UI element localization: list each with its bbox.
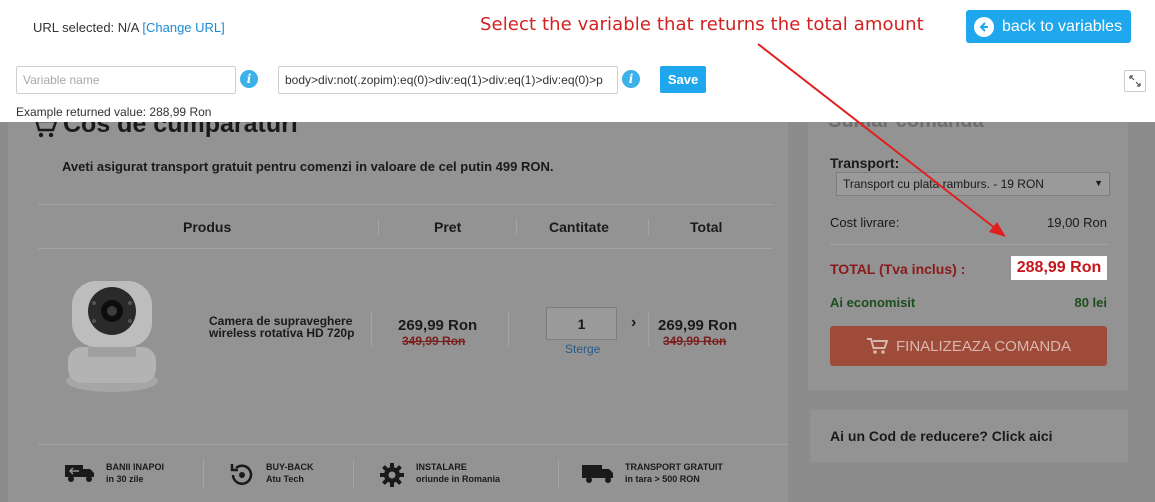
perk-sub: Atu Tech [266, 474, 304, 484]
url-selected-label: URL selected: [33, 20, 115, 35]
save-button[interactable]: Save [660, 66, 706, 93]
divider [648, 312, 649, 346]
caret-down-icon: ▼ [1094, 178, 1103, 188]
gear-icon [380, 463, 404, 487]
savings-label: Ai economisit [830, 295, 916, 310]
instruction-text: Select the variable that returns the tot… [480, 14, 924, 35]
back-to-variables-button[interactable]: back to variables [966, 10, 1131, 43]
coupon-link[interactable]: Ai un Cod de reducere? Click aici [830, 428, 1053, 444]
truck-icon [65, 465, 94, 482]
delivery-truck-icon [582, 465, 613, 483]
free-shipping-notice: Aveti asigurat transport gratuit pentru … [62, 159, 554, 174]
line-total: 269,99 Ron [658, 317, 738, 334]
transport-label: Transport: [830, 155, 900, 171]
perk-free-transport: TRANSPORT GRATUIT in tara > 500 RON [581, 461, 723, 485]
col-total: Total [690, 219, 723, 235]
unit-price: 269,99 Ron [398, 317, 478, 334]
perk-title: BANII INAPOI [106, 462, 165, 472]
product-name[interactable]: Camera de supraveghere wireless rotativa… [209, 315, 354, 339]
css-selector-input[interactable]: body>div:not(.zopim):eq(0)>div:eq(1)>div… [278, 66, 618, 94]
variable-name-input[interactable]: Variable name [16, 66, 236, 94]
cart-panel: Cos de cumparaturi Aveti asigurat transp… [8, 110, 788, 502]
divider [558, 459, 559, 489]
change-url-link[interactable]: [Change URL] [142, 20, 224, 35]
perks-bar: BANII INAPOI in 30 zile BUY-BACK Atu Tech … [38, 444, 788, 502]
perk-title: BUY-BACK [266, 462, 314, 472]
info-icon[interactable]: i [240, 70, 258, 88]
remove-item-link[interactable]: Sterge [565, 342, 600, 356]
total-label: TOTAL (Tva inclus) : [830, 261, 966, 277]
col-product: Produs [183, 219, 232, 235]
perk-title: INSTALARE [416, 462, 467, 472]
savings-value: 80 lei [1074, 295, 1107, 310]
col-quantity: Cantitate [549, 219, 609, 235]
perk-buyback: BUY-BACK Atu Tech [228, 461, 314, 489]
perk-money-back: BANII INAPOI in 30 zile [64, 461, 164, 485]
divider [353, 459, 354, 489]
arrow-left-icon [974, 16, 994, 37]
url-selected-value: N/A [117, 20, 139, 35]
transport-select[interactable]: Transport cu plata ramburs. - 19 RON ▼ [836, 172, 1110, 196]
order-summary-panel: Sumar comanda Transport: Transport cu pl… [808, 110, 1128, 390]
shop-page-dimmed: Cos de cumparaturi Aveti asigurat transp… [0, 110, 1155, 502]
product-name-line2: wireless rotativa HD 720p [209, 326, 355, 340]
divider [371, 312, 372, 346]
checkout-label: FINALIZEAZA COMANDA [895, 337, 1072, 355]
checkout-button[interactable]: FINALIZEAZA COMANDA [830, 326, 1107, 366]
example-returned-value: Example returned value: 288,99 Ron [16, 105, 212, 119]
divider [648, 219, 649, 235]
perk-sub: in 30 zile [106, 474, 144, 484]
divider [830, 244, 1108, 245]
divider [378, 219, 379, 235]
refresh-eye-icon [230, 464, 253, 485]
divider [203, 459, 204, 489]
perk-sub: oriunde in Romania [416, 474, 501, 484]
coupon-panel[interactable]: Ai un Cod de reducere? Click aici [810, 410, 1128, 462]
info-icon[interactable]: i [622, 70, 640, 88]
selector-toolbar: URL selected: N/A [Change URL] Select th… [0, 0, 1155, 122]
shipping-cost-value: 19,00 Ron [1047, 215, 1107, 230]
total-value-highlighted[interactable]: 288,99 Ron [1011, 256, 1107, 280]
cart-table-header: Produs Pret Cantitate Total [38, 204, 773, 249]
chevron-right-icon[interactable]: › [631, 314, 636, 332]
quantity-input[interactable]: 1 [546, 307, 617, 340]
perk-title: TRANSPORT GRATUIT [625, 462, 723, 472]
unit-old-price: 349,99 Ron [402, 334, 466, 348]
shipping-cost-label: Cost livrare: [830, 215, 900, 230]
divider [516, 219, 517, 235]
expand-icon[interactable] [1124, 70, 1146, 92]
url-selected-line: URL selected: N/A [Change URL] [33, 20, 225, 35]
back-button-label: back to variables [1002, 17, 1123, 35]
divider [508, 312, 509, 346]
perk-sub: in tara > 500 RON [625, 474, 700, 484]
product-image[interactable] [58, 277, 166, 393]
cart-icon [866, 338, 888, 354]
perk-installation: INSTALARE oriunde in Romania [378, 461, 500, 489]
col-price: Pret [434, 219, 462, 235]
transport-selected-option: Transport cu plata ramburs. - 19 RON [843, 177, 1044, 191]
line-old-total: 349,99 Ron [663, 334, 727, 348]
